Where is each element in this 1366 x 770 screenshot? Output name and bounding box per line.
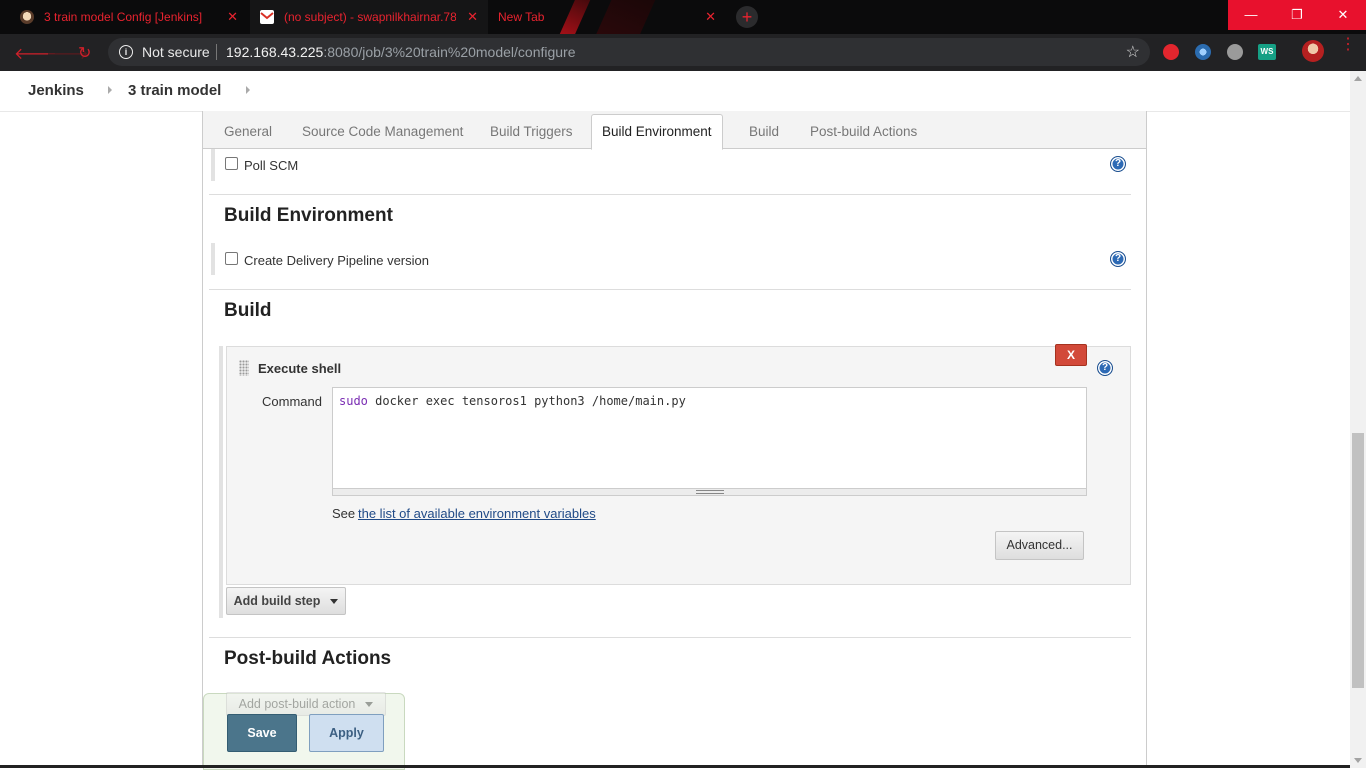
chevron-down-icon	[330, 599, 339, 605]
breadcrumb-arrow-icon[interactable]	[246, 86, 250, 94]
drag-handle-icon[interactable]	[239, 360, 249, 376]
divider	[216, 44, 217, 60]
command-textarea[interactable]: sudo docker exec tensoros1 python3 /home…	[332, 387, 1087, 494]
browser-tab-strip: 3 train model Config [Jenkins] ✕ (no sub…	[0, 0, 1366, 34]
tab-title: 3 train model Config [Jenkins]	[44, 10, 203, 24]
breadcrumb-jenkins[interactable]: Jenkins	[28, 82, 84, 99]
browser-tab-newtab[interactable]: New Tab ✕	[488, 0, 726, 34]
close-tab-icon[interactable]: ✕	[467, 9, 478, 25]
scroll-up-icon[interactable]	[1354, 76, 1362, 81]
add-build-step-button[interactable]: Add build step	[226, 587, 346, 615]
close-tab-icon[interactable]: ✕	[227, 9, 238, 25]
breadcrumb-arrow-icon[interactable]	[108, 86, 112, 94]
browser-menu-icon[interactable]: ⋮	[1340, 37, 1356, 53]
section-divider	[209, 289, 1131, 290]
delivery-pipeline-label: Create Delivery Pipeline version	[244, 253, 429, 268]
apply-button[interactable]: Apply	[309, 714, 384, 752]
step-title: Execute shell	[258, 361, 342, 376]
breadcrumb-job[interactable]: 3 train model	[128, 82, 221, 99]
extension-icon[interactable]	[1195, 44, 1211, 60]
section-divider	[209, 637, 1131, 638]
config-tab-bar: General Source Code Management Build Tri…	[203, 111, 1146, 150]
address-bar[interactable]: i Not secure 192.168.43.225:8080/job/3%2…	[108, 38, 1150, 66]
build-environment-heading: Build Environment	[224, 205, 393, 226]
breadcrumb: Jenkins 3 train model	[0, 71, 1350, 112]
save-bar: Add post-build action Save Apply	[203, 692, 405, 770]
tab-build-triggers[interactable]: Build Triggers	[490, 124, 573, 139]
close-tab-icon[interactable]: ✕	[705, 9, 716, 25]
help-icon[interactable]: ?	[1097, 360, 1113, 376]
textarea-resize-handle[interactable]	[332, 488, 1087, 496]
delivery-pipeline-checkbox[interactable]	[225, 252, 238, 265]
adblock-icon[interactable]	[1163, 44, 1179, 60]
config-panel: General Source Code Management Build Tri…	[202, 111, 1147, 770]
help-icon[interactable]: ?	[1110, 156, 1126, 172]
command-label: Command	[262, 394, 322, 409]
tab-post-build-actions[interactable]: Post-build Actions	[810, 124, 917, 139]
info-icon[interactable]: i	[119, 45, 133, 59]
tab-title: (no subject) - swapnilkhairnar.78	[284, 10, 456, 24]
see-label: See	[332, 506, 356, 521]
tab-build[interactable]: Build	[749, 124, 779, 139]
tab-build-environment[interactable]: Build Environment	[591, 114, 723, 150]
tab-title: New Tab	[498, 10, 545, 24]
post-build-heading: Post-build Actions	[224, 648, 392, 669]
not-secure-label[interactable]: Not secure	[142, 44, 210, 60]
download-icon[interactable]	[1227, 44, 1243, 60]
minimize-button[interactable]: —	[1228, 0, 1274, 30]
advanced-button[interactable]: Advanced...	[995, 531, 1084, 560]
page-scrollbar[interactable]	[1350, 71, 1366, 768]
chevron-down-icon	[365, 702, 374, 708]
browser-tab-jenkins[interactable]: 3 train model Config [Jenkins] ✕	[10, 0, 248, 34]
command-text[interactable]: sudo docker exec tensoros1 python3 /home…	[339, 394, 686, 408]
browser-toolbar: 🡐 🡒 ↻ i Not secure 192.168.43.225:8080/j…	[0, 34, 1366, 71]
new-tab-button[interactable]: +	[736, 6, 758, 28]
profile-avatar[interactable]	[1302, 40, 1324, 62]
browser-tab-gmail[interactable]: (no subject) - swapnilkhairnar.78 ✕	[250, 0, 488, 34]
delete-step-button[interactable]: X	[1055, 344, 1087, 366]
save-button[interactable]: Save	[227, 714, 297, 752]
url-text[interactable]: 192.168.43.225:8080/job/3%20train%20mode…	[226, 44, 576, 60]
add-post-build-action-button[interactable]: Add post-build action	[226, 692, 386, 716]
tab-source-code-management[interactable]: Source Code Management	[302, 124, 463, 139]
poll-scm-label: Poll SCM	[244, 158, 299, 173]
help-icon[interactable]: ?	[1110, 251, 1126, 267]
reload-icon[interactable]: ↻	[78, 43, 91, 63]
gmail-favicon-icon	[260, 10, 274, 24]
section-indent-bar	[211, 149, 215, 181]
scroll-down-icon[interactable]	[1354, 758, 1362, 763]
ws-icon[interactable]: WS	[1258, 44, 1276, 60]
tab-general[interactable]: General	[224, 124, 272, 139]
poll-scm-checkbox[interactable]	[225, 157, 238, 170]
section-indent-bar	[219, 346, 223, 618]
build-heading: Build	[224, 300, 272, 321]
bookmark-star-icon[interactable]: ☆	[1126, 42, 1140, 62]
execute-shell-step: Execute shell X ? Command sudo docker ex…	[226, 344, 1131, 585]
env-variables-link[interactable]: the list of available environment variab…	[358, 506, 596, 521]
section-divider	[209, 194, 1131, 195]
jenkins-favicon-icon	[20, 10, 34, 24]
restore-button[interactable]: ❐	[1274, 0, 1320, 30]
close-window-button[interactable]: ✕	[1320, 0, 1366, 30]
section-indent-bar	[211, 243, 215, 275]
scrollbar-thumb[interactable]	[1352, 433, 1364, 688]
